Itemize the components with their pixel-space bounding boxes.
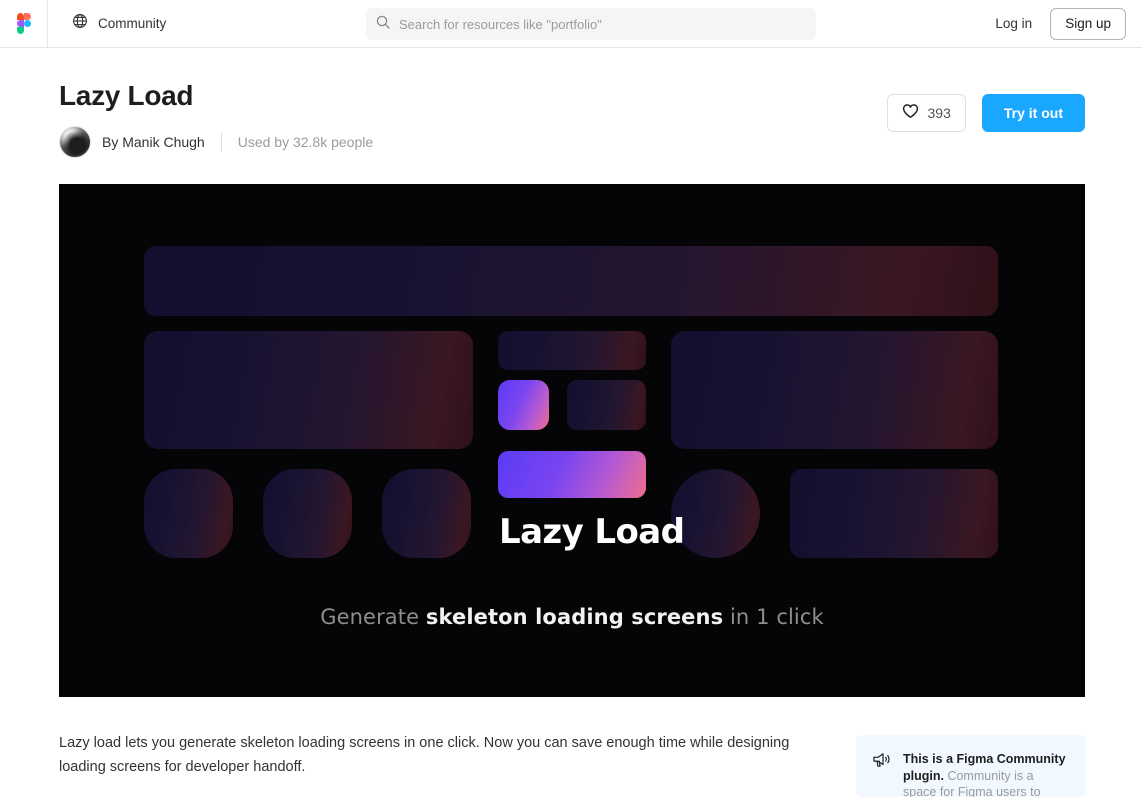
sign-up-button[interactable]: Sign up (1050, 8, 1126, 40)
figma-home-link[interactable] (0, 0, 48, 47)
search-bar[interactable] (366, 8, 816, 40)
skeleton-block (144, 469, 233, 558)
heart-icon (902, 103, 919, 124)
hero-tagline-pre: Generate (320, 605, 426, 629)
log-in-button[interactable]: Log in (995, 16, 1032, 31)
byline: By Manik Chugh Used by 32.8k people (59, 126, 373, 158)
try-it-out-button[interactable]: Try it out (982, 94, 1085, 132)
resource-meta: Lazy Load By Manik Chugh Used by 32.8k p… (59, 78, 373, 158)
hero-tagline: Generate skeleton loading screens in 1 c… (59, 605, 1085, 629)
author-name[interactable]: By Manik Chugh (102, 134, 205, 150)
skeleton-block (671, 331, 998, 449)
search-input[interactable] (399, 17, 806, 32)
skeleton-block (498, 380, 549, 430)
megaphone-icon (872, 751, 891, 797)
hero-tagline-post: in 1 click (723, 605, 824, 629)
nav-community-label: Community (98, 16, 166, 31)
globe-icon (72, 13, 88, 34)
search-icon (376, 15, 390, 34)
used-by-count: Used by 32.8k people (238, 134, 373, 150)
header-actions: Log in Sign up (995, 0, 1126, 47)
byline-divider (221, 132, 222, 152)
resource-actions: 393 Try it out (887, 94, 1085, 132)
top-navigation-bar: Community Log in Sign up (0, 0, 1142, 48)
hero-title: Lazy Load (499, 512, 684, 552)
skeleton-block (567, 380, 646, 430)
nav-item-community[interactable]: Community (64, 8, 174, 40)
resource-header: Lazy Load By Manik Chugh Used by 32.8k p… (59, 78, 1085, 158)
skeleton-block (498, 331, 646, 370)
skeleton-block (263, 469, 352, 558)
skeleton-block (790, 469, 998, 558)
resource-description: Lazy load lets you generate skeleton loa… (59, 731, 819, 779)
skeleton-block (671, 469, 760, 558)
community-plugin-info-text: This is a Figma Community plugin. Commun… (903, 751, 1070, 797)
author-avatar[interactable] (59, 126, 91, 158)
skeleton-block (144, 246, 998, 316)
skeleton-block (382, 469, 471, 558)
hero-tagline-bold: skeleton loading screens (426, 605, 723, 629)
resource-cover-image[interactable]: Lazy Load Generate skeleton loading scre… (59, 184, 1085, 697)
skeleton-block (144, 331, 473, 449)
like-button[interactable]: 393 (887, 94, 966, 132)
figma-logo (17, 13, 31, 34)
page-title: Lazy Load (59, 78, 373, 114)
skeleton-block (498, 451, 646, 498)
community-plugin-info-card: This is a Figma Community plugin. Commun… (856, 735, 1086, 797)
like-count: 393 (928, 105, 951, 121)
